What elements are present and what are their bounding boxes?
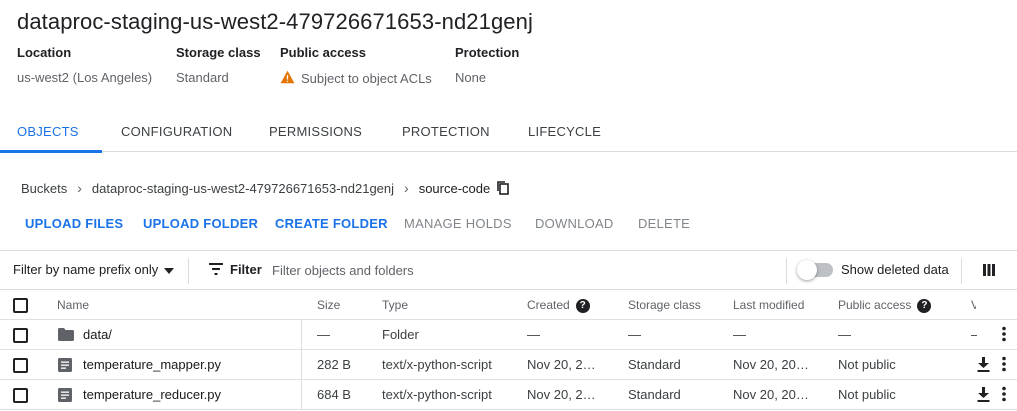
header-public-access[interactable]: Public access <box>838 298 911 312</box>
info-protection: Protection None <box>455 45 519 85</box>
select-all-checkbox[interactable] <box>13 298 28 313</box>
delete-button[interactable]: DELETE <box>638 216 690 231</box>
tab-bar: OBJECTS CONFIGURATION PERMISSIONS PROTEC… <box>0 113 1017 153</box>
row-storage-class: Standard <box>628 357 681 372</box>
row-public-access: Not public <box>838 387 896 402</box>
info-location: Location us-west2 (Los Angeles) <box>17 45 152 85</box>
download-icon[interactable] <box>977 387 990 405</box>
info-label: Storage class <box>176 45 261 60</box>
bucket-title: dataproc-staging-us-west2-479726671653-n… <box>17 9 533 34</box>
tab-permissions[interactable]: PERMISSIONS <box>269 113 362 152</box>
chevron-right-icon: › <box>77 180 82 196</box>
info-storage-class: Storage class Standard <box>176 45 261 85</box>
filter-icon <box>209 263 223 278</box>
caret-down-icon <box>164 262 175 277</box>
header-name[interactable]: Name <box>57 290 89 320</box>
chevron-right-icon: › <box>404 180 409 196</box>
row-last-modified: Nov 20, 20… <box>733 387 809 402</box>
info-label: Protection <box>455 45 520 60</box>
manage-holds-button[interactable]: MANAGE HOLDS <box>404 216 512 231</box>
row-extra: – <box>971 320 977 350</box>
header-storage-class[interactable]: Storage class <box>628 290 701 320</box>
upload-files-button[interactable]: UPLOAD FILES <box>25 216 123 231</box>
info-value: us-west2 (Los Angeles) <box>17 70 153 85</box>
info-label: Public access <box>280 45 366 60</box>
row-checkbox[interactable] <box>13 388 28 403</box>
divider <box>786 258 787 284</box>
filter-input[interactable] <box>272 257 772 283</box>
more-vert-icon[interactable] <box>1002 386 1006 405</box>
row-size: 282 B <box>317 357 351 372</box>
row-public-access: Not public <box>838 357 896 372</box>
warning-icon <box>280 70 295 87</box>
column-display-icon[interactable] <box>983 264 995 279</box>
row-storage-class: — <box>628 327 641 342</box>
table-row[interactable]: temperature_mapper.py 282 B text/x-pytho… <box>0 350 1017 380</box>
tab-protection[interactable]: PROTECTION <box>402 113 490 152</box>
download-icon[interactable] <box>977 357 990 375</box>
row-type: Folder <box>382 327 419 342</box>
row-checkbox[interactable] <box>13 328 28 343</box>
table-row[interactable]: temperature_reducer.py 684 B text/x-pyth… <box>0 380 1017 410</box>
row-last-modified: — <box>733 327 746 342</box>
file-icon <box>58 388 72 405</box>
info-label: Location <box>17 45 72 60</box>
table-header: Name Size Type Created? Storage class La… <box>0 290 1017 320</box>
header-truncated: V <box>971 298 976 312</box>
row-last-modified: Nov 20, 20… <box>733 357 809 372</box>
header-type[interactable]: Type <box>382 290 408 320</box>
row-storage-class: Standard <box>628 387 681 402</box>
breadcrumb-bucket[interactable]: dataproc-staging-us-west2-479726671653-n… <box>92 181 394 196</box>
row-name-link[interactable]: temperature_reducer.py <box>83 380 221 410</box>
info-value: None <box>455 70 487 85</box>
filter-prefix-label: Filter by name prefix only <box>13 262 159 277</box>
row-checkbox[interactable] <box>13 358 28 373</box>
row-size: — <box>317 327 330 342</box>
breadcrumb-buckets[interactable]: Buckets <box>21 181 67 196</box>
row-created: Nov 20, 2… <box>527 387 596 402</box>
header-created[interactable]: Created <box>527 298 570 312</box>
copy-icon[interactable] <box>497 181 510 195</box>
help-icon[interactable]: ? <box>575 298 590 313</box>
row-name-link[interactable]: data/ <box>83 320 112 350</box>
row-name-link[interactable]: temperature_mapper.py <box>83 350 221 380</box>
table-row[interactable]: data/ — Folder — — — — – <box>0 320 1017 350</box>
more-vert-icon[interactable] <box>1002 356 1006 375</box>
row-type: text/x-python-script <box>382 357 492 372</box>
tab-objects[interactable]: OBJECTS <box>0 113 102 153</box>
show-deleted-label: Show deleted data <box>841 262 949 277</box>
row-created: — <box>527 327 540 342</box>
file-icon <box>58 358 72 375</box>
tab-lifecycle[interactable]: LIFECYCLE <box>528 113 601 152</box>
breadcrumb: Buckets › dataproc-staging-us-west2-4797… <box>21 180 510 196</box>
row-type: text/x-python-script <box>382 387 492 402</box>
header-size[interactable]: Size <box>317 290 340 320</box>
download-button[interactable]: DOWNLOAD <box>535 216 614 231</box>
divider <box>961 258 962 284</box>
filter-label: Filter <box>230 262 262 277</box>
more-vert-icon[interactable] <box>1002 326 1006 345</box>
help-icon[interactable]: ? <box>917 298 932 313</box>
row-created: Nov 20, 2… <box>527 357 596 372</box>
breadcrumb-current: source-code <box>418 180 491 196</box>
toggle-knob <box>797 260 817 280</box>
filter-prefix-dropdown[interactable]: Filter by name prefix only <box>13 262 175 277</box>
divider <box>188 258 189 284</box>
upload-folder-button[interactable]: UPLOAD FOLDER <box>143 216 258 231</box>
create-folder-button[interactable]: CREATE FOLDER <box>275 216 388 231</box>
info-value: Standard <box>176 70 229 85</box>
header-last-modified[interactable]: Last modified <box>733 290 804 320</box>
filter-bar: Filter by name prefix only Filter Show d… <box>0 250 1017 290</box>
row-size: 684 B <box>317 387 351 402</box>
show-deleted-toggle[interactable] <box>797 260 833 280</box>
info-public-access: Public access Subject to object ACLs <box>280 45 432 87</box>
folder-icon <box>58 328 74 344</box>
row-public-access: — <box>838 327 851 342</box>
info-value: Subject to object ACLs <box>301 71 432 86</box>
tab-configuration[interactable]: CONFIGURATION <box>121 113 232 152</box>
